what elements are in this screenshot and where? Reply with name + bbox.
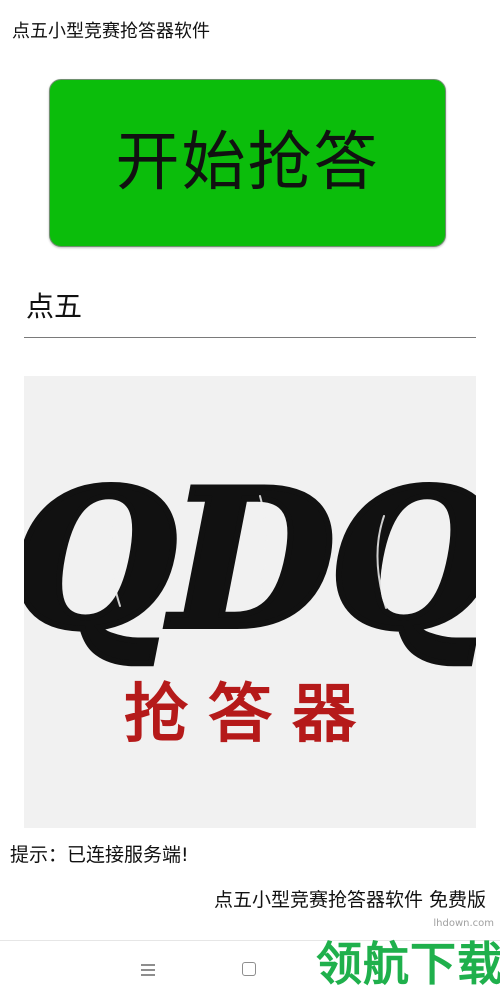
contestant-name-value: 点五 xyxy=(26,290,83,323)
app-title: 点五小型竞赛抢答器软件 xyxy=(12,21,210,42)
logo-title-text: QDQ xyxy=(24,448,476,671)
footer-version-text: 点五小型竞赛抢答器软件 免费版 xyxy=(213,889,486,911)
contestant-name-field[interactable]: 点五 xyxy=(24,280,476,338)
start-answer-button[interactable]: 开始抢答 xyxy=(49,79,446,247)
watermark-logo-text: 领航下载 xyxy=(316,937,500,991)
home-icon[interactable] xyxy=(242,962,256,976)
connection-hint: 提示：已连接服务端! xyxy=(10,844,189,866)
qdq-logo-image: QDQ 抢答器 xyxy=(24,376,476,828)
start-answer-button-label: 开始抢答 xyxy=(115,126,380,200)
logo-subtitle-text: 抢答器 xyxy=(124,678,376,752)
watermark-domain: lhdown.com xyxy=(433,918,494,929)
watermark: lhdown.com 领航下载 xyxy=(310,918,500,1000)
menu-icon[interactable] xyxy=(138,960,158,980)
